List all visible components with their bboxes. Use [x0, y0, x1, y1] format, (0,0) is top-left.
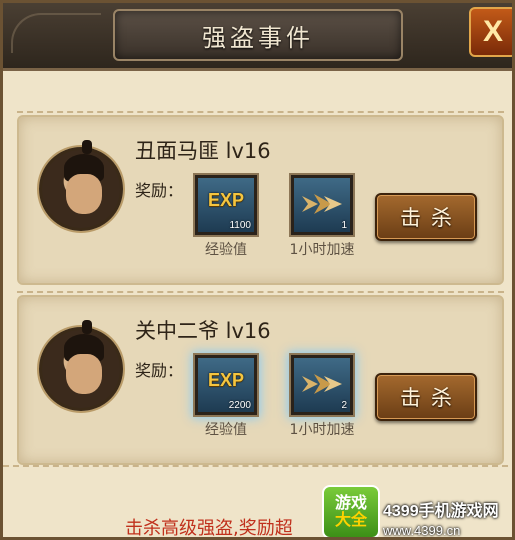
reward-caption: 1小时加速	[289, 422, 355, 438]
kill-button[interactable]: 击杀	[375, 373, 477, 421]
title-ornament	[11, 13, 101, 53]
reward-label: 奖励：	[135, 361, 184, 380]
speedup-reward-item[interactable]: 1	[291, 175, 353, 235]
kill-button[interactable]: 击杀	[375, 193, 477, 241]
reward-caption: 经验值	[205, 422, 247, 438]
reward-count: 1100	[229, 220, 251, 231]
exp-reward-item[interactable]: EXP 1100	[195, 175, 257, 235]
reward-count: 1	[341, 220, 347, 231]
bandit-portrait	[39, 320, 123, 411]
footer-divider	[3, 465, 512, 479]
speedup-icon	[302, 374, 342, 394]
title-plate: 强盗事件	[113, 9, 403, 61]
bandit-name: 关中二爷 lv16	[135, 319, 271, 343]
close-button[interactable]: X	[469, 7, 512, 57]
reward-label: 奖励：	[135, 181, 184, 200]
bandit-card: 丑面马匪 lv16 奖励： EXP 1100 1 经验值 1小时加速 击杀	[17, 111, 504, 285]
speedup-reward-item[interactable]: 2	[291, 355, 353, 415]
speedup-icon	[302, 194, 342, 214]
exp-icon: EXP	[207, 190, 245, 210]
bandit-name: 丑面马匪 lv16	[135, 139, 271, 163]
footer-notice: 击杀高级强盗,奖励超	[125, 518, 293, 539]
card-divider	[17, 291, 504, 297]
reward-count: 2200	[228, 400, 251, 411]
reward-caption: 1小时加速	[289, 242, 355, 258]
bandit-card: 关中二爷 lv16 奖励： EXP 2200 2 经验值 1小时加速 击杀	[17, 291, 504, 465]
close-icon: X	[482, 15, 503, 48]
watermark-text: 4399手机游戏网 www.4399.cn	[383, 497, 512, 538]
bandit-event-dialog: 强盗事件 X 丑面马匪 lv16 奖励： EXP 1100 1 经验值 1小时加…	[0, 0, 515, 540]
dialog-title: 强盗事件	[202, 23, 314, 52]
exp-reward-item[interactable]: EXP 2200	[195, 355, 257, 415]
watermark-site-name: 4399手机游戏网	[383, 503, 499, 520]
reward-count: 2	[341, 400, 347, 411]
reward-caption: 经验值	[205, 242, 247, 258]
watermark-logo: 游戏 大全	[322, 485, 380, 537]
card-divider	[17, 111, 504, 117]
exp-icon: EXP	[207, 370, 245, 390]
title-bar: 强盗事件 X	[3, 3, 512, 71]
watermark-site-url: www.4399.cn	[383, 523, 461, 538]
bandit-portrait	[39, 140, 123, 231]
